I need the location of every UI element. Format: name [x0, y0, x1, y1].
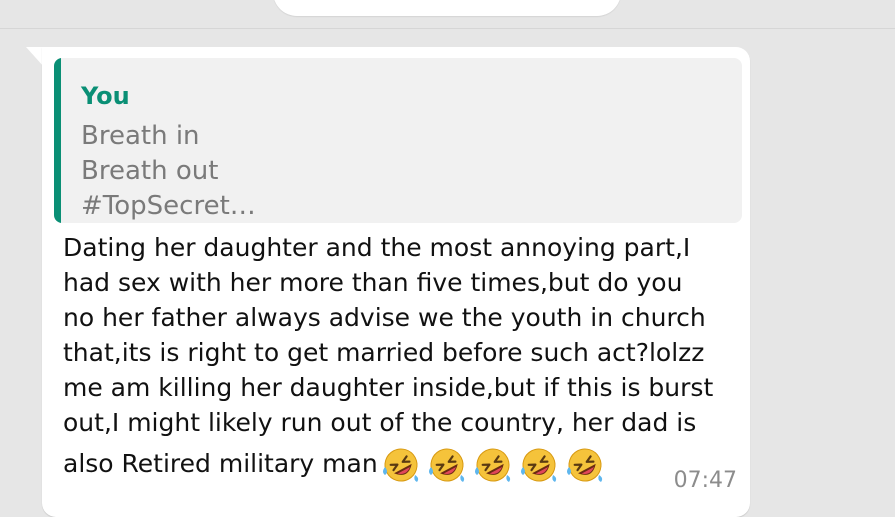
- rolling-laughing-emoji-icon: [428, 448, 464, 482]
- quote-line: #TopSecret…: [81, 191, 256, 221]
- quoted-reply[interactable]: You Breath in Breath out #TopSecret…: [54, 58, 742, 223]
- message-line: out,I might likely run out of the countr…: [63, 408, 697, 437]
- message-line: no her father always advise we the youth…: [63, 303, 706, 332]
- top-search-pill[interactable]: [273, 0, 621, 16]
- message-line: me am killing her daughter inside,but if…: [63, 373, 714, 402]
- message-timestamp: 07:47: [673, 468, 737, 493]
- quote-line: Breath in: [81, 121, 200, 151]
- message-last-line: also Retired military man: [63, 445, 609, 485]
- rolling-laughing-emoji-icon: [566, 448, 602, 482]
- incoming-message-bubble[interactable]: You Breath in Breath out #TopSecret… Dat…: [42, 47, 750, 517]
- rolling-laughing-emoji-icon: [474, 448, 510, 482]
- rolling-laughing-emoji-icon: [520, 448, 556, 482]
- message-line: also Retired military man: [63, 449, 378, 478]
- message-line: that,its is right to get married before …: [63, 338, 705, 367]
- quote-accent-bar: [54, 58, 61, 223]
- quote-line: Breath out: [81, 156, 219, 186]
- emoji-row: [379, 445, 609, 485]
- rolling-laughing-emoji-icon: [382, 448, 418, 482]
- message-line: Dating her daughter and the most annoyin…: [63, 233, 691, 262]
- header-divider: [0, 28, 895, 29]
- quote-author: You: [81, 82, 130, 110]
- message-line: had sex with her more than five times,bu…: [63, 268, 683, 297]
